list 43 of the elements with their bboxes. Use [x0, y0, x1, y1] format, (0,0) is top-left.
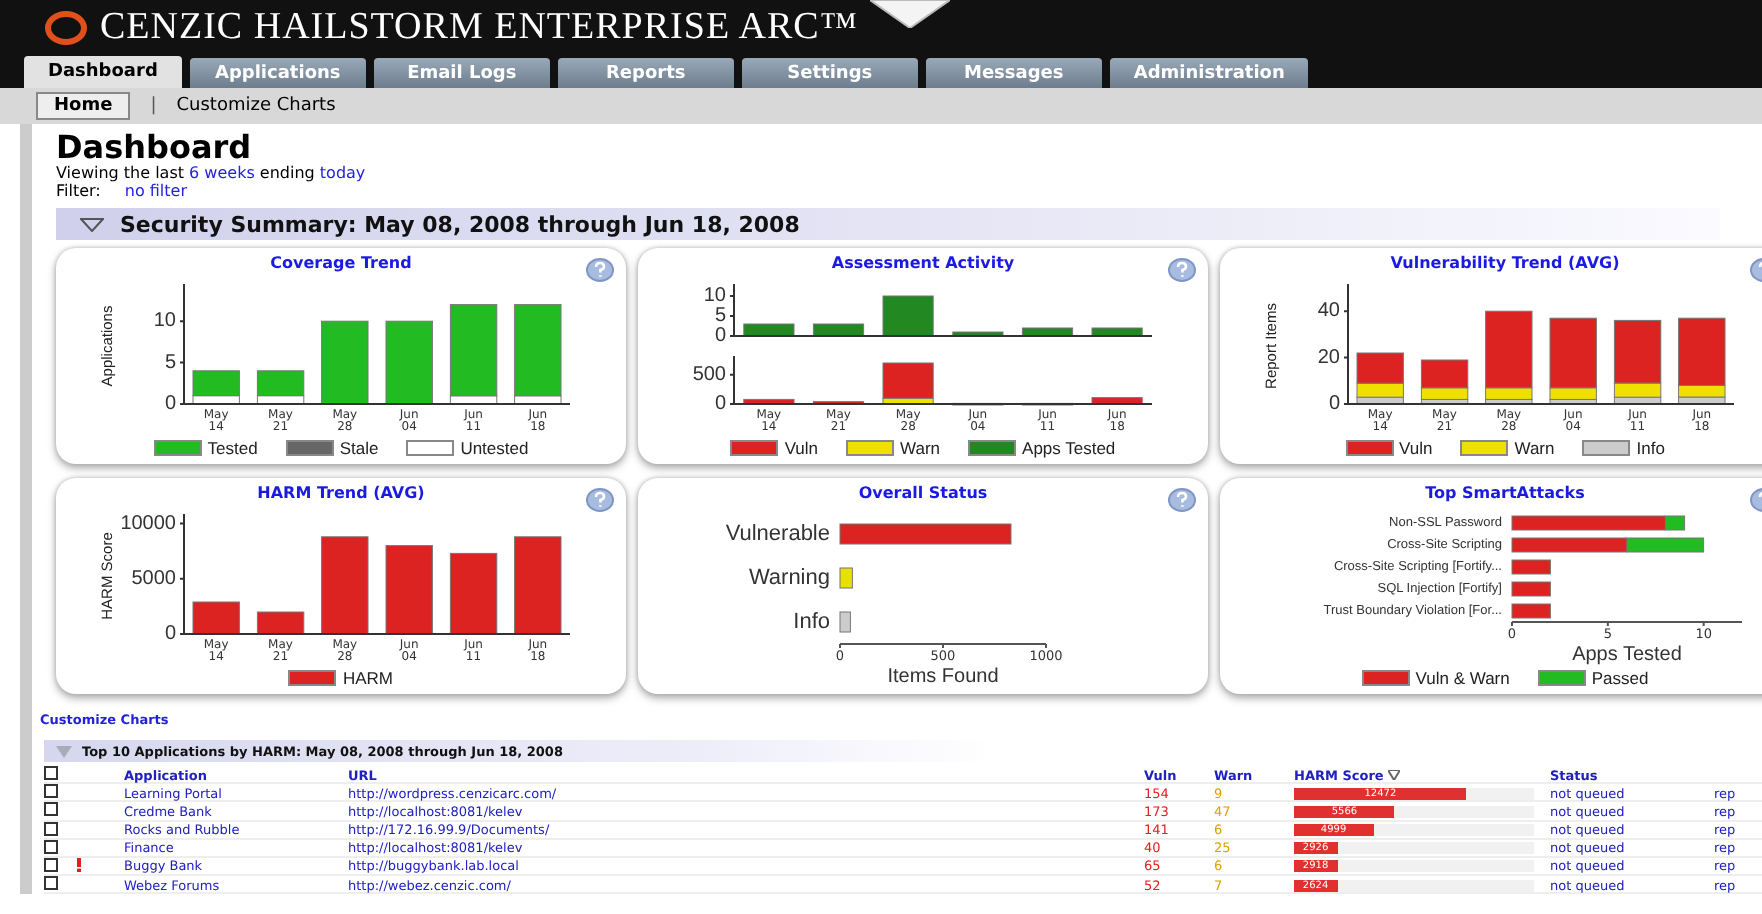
axis-label: 0 — [164, 393, 176, 415]
axis-title: Items Found — [887, 666, 999, 688]
legend-label: Stale — [339, 437, 379, 457]
legend-label: Passed — [1591, 667, 1649, 687]
legend-label: Info — [1636, 437, 1665, 457]
viewing-text: Viewing the last 6 weeks ending today — [56, 164, 366, 182]
axis-title: Apps Tested — [1572, 644, 1682, 666]
axis-label: 0 — [714, 393, 726, 415]
chart-title: Overall Status — [858, 484, 988, 506]
chart-title: Vulnerability Trend (AVG) — [1390, 254, 1620, 276]
legend-label: Vuln & Warn — [1415, 667, 1510, 687]
axis-label: 40 — [1317, 300, 1340, 323]
axis-label: 5 — [164, 351, 176, 374]
axis-label: 0 — [164, 623, 176, 645]
app-title: CENZIC HAILSTORM ENTERPRISE ARC™ — [100, 6, 858, 50]
axis-label: Vulnerable — [725, 522, 830, 546]
chart-title: HARM Trend (AVG) — [257, 484, 425, 506]
page-title: Dashboard — [56, 130, 252, 164]
axis-label: 5000 — [131, 567, 176, 590]
legend-label: Apps Tested — [1022, 437, 1116, 457]
axis-label: Info — [793, 610, 830, 634]
axis-label: 500 — [692, 363, 726, 386]
axis-label: 0 — [1328, 393, 1340, 415]
section-header: Security Summary: May 08, 2008 through Jun 18, 2008 — [120, 211, 800, 237]
axis-label: 10 — [153, 310, 176, 333]
filter-label: Filter: — [56, 182, 101, 200]
chart-title: Top SmartAttacks — [1425, 484, 1585, 506]
legend-label: Untested — [460, 437, 529, 457]
legend-label: HARM — [342, 667, 394, 687]
axis-label: 0 — [714, 325, 726, 347]
legend-label: Warn — [1514, 437, 1555, 457]
chart-title: Coverage Trend — [270, 254, 412, 276]
axis-label: 5 — [714, 305, 726, 327]
legend-label: Vuln — [784, 437, 819, 457]
legend-label: Vuln — [1399, 437, 1433, 457]
axis-label: Warning — [748, 566, 830, 590]
axis-label: 10000 — [120, 512, 176, 535]
chart-title: Assessment Activity — [831, 254, 1015, 276]
axis-label: 10 — [703, 285, 726, 307]
legend-label: Tested — [207, 437, 258, 457]
separator: | — [150, 96, 157, 116]
legend-label: Warn — [900, 437, 941, 457]
axis-label: 20 — [1317, 346, 1340, 369]
